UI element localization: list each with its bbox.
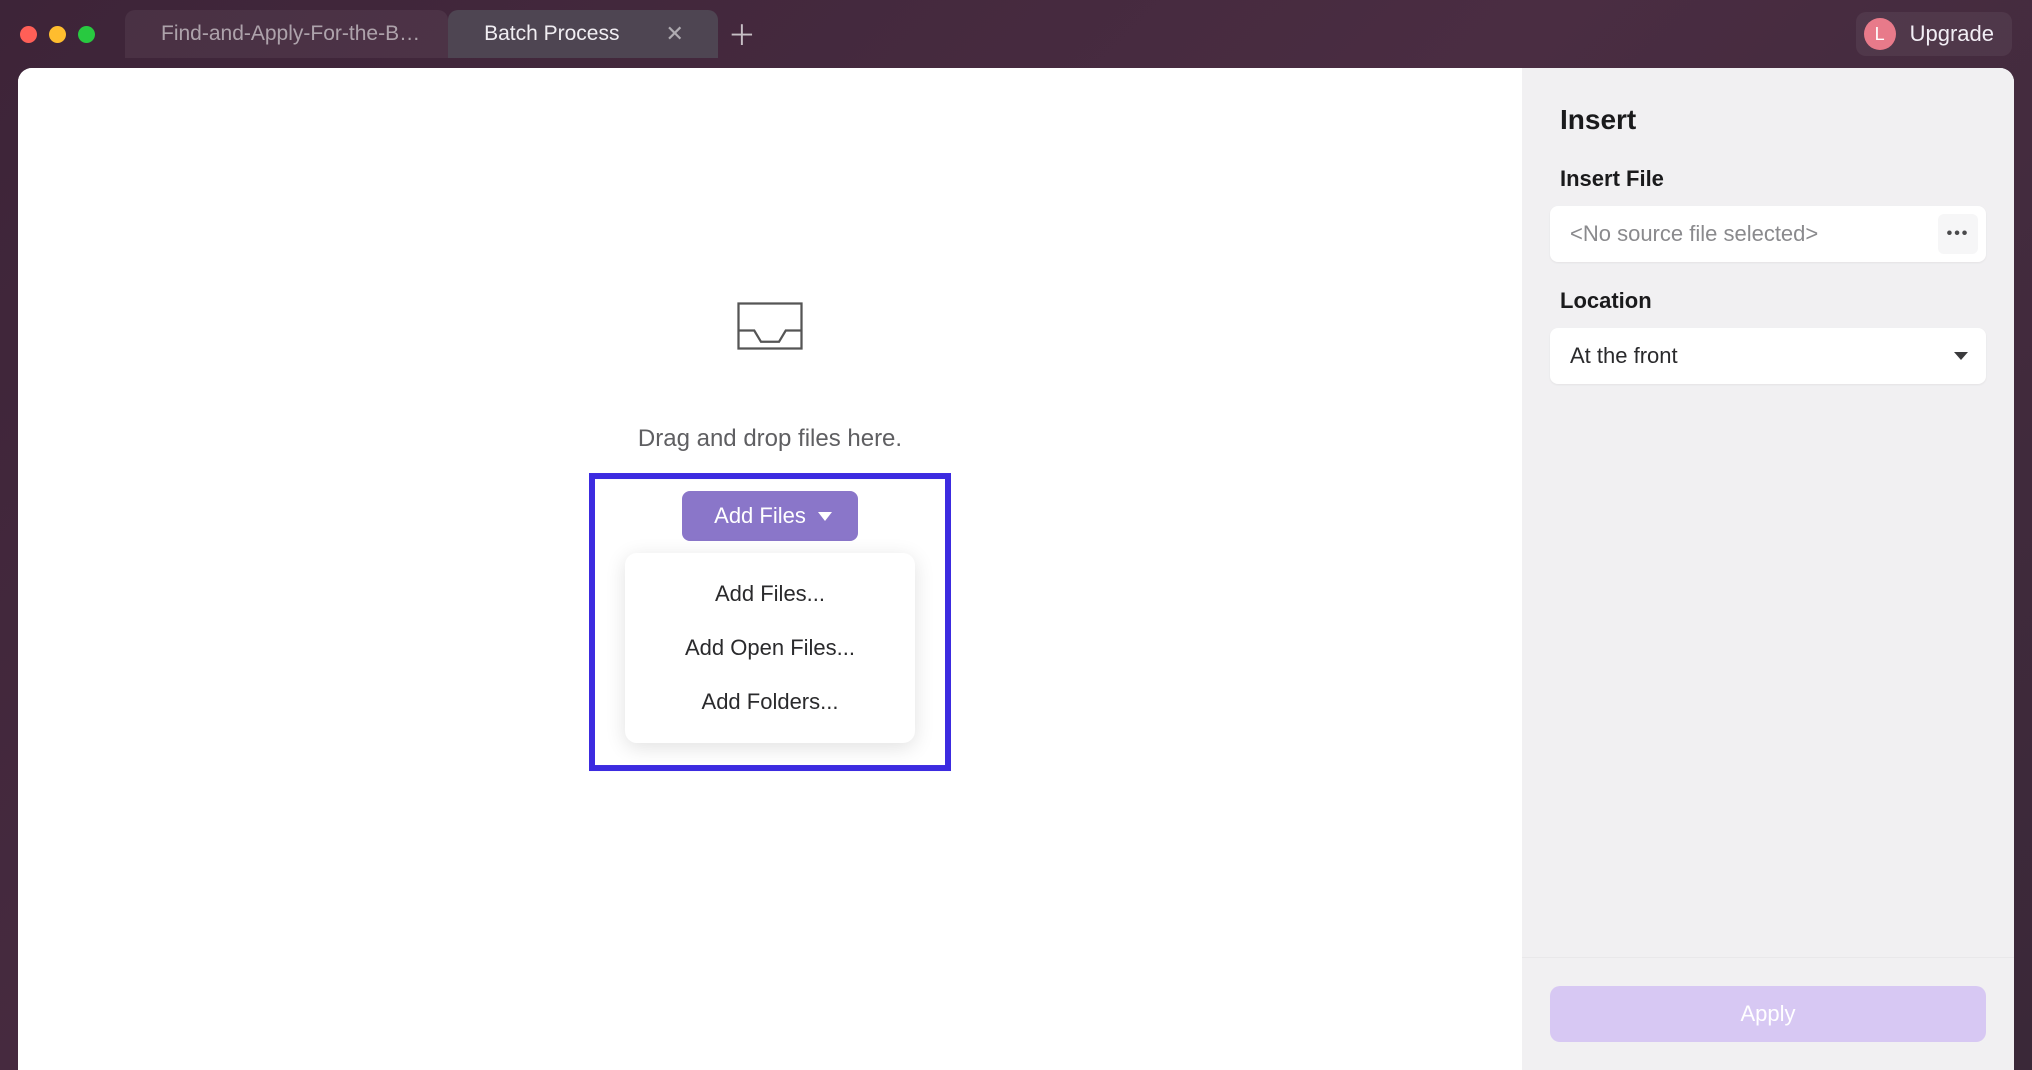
avatar-letter: L [1875,24,1885,45]
app-window: Drag and drop files here. Add Files Add … [18,68,2014,1070]
add-files-menu: Add Files... Add Open Files... Add Folde… [625,553,915,743]
insert-file-value: <No source file selected> [1570,221,1938,247]
menu-item-add-folders[interactable]: Add Folders... [625,675,915,729]
menu-item-add-files[interactable]: Add Files... [625,567,915,621]
window-titlebar: Find-and-Apply-For-the-B… Batch Process … [0,0,2032,68]
insert-file-label: Insert File [1522,166,2014,206]
window-close-button[interactable] [20,26,37,43]
add-files-button[interactable]: Add Files [682,491,858,541]
apply-button[interactable]: Apply [1550,986,1986,1042]
sidebar-title: Insert [1522,68,2014,166]
add-files-label: Add Files [714,503,806,529]
traffic-lights [20,26,95,43]
chevron-down-icon [1954,352,1968,360]
insert-file-row: <No source file selected> ••• [1550,206,1986,262]
menu-item-add-open-files[interactable]: Add Open Files... [625,621,915,675]
ellipsis-icon: ••• [1947,225,1970,243]
tab-label: Batch Process [484,22,619,46]
new-tab-button[interactable]: ＋ [718,10,766,58]
sidebar-insert: Insert Insert File <No source file selec… [1522,68,2014,1070]
tab-label: Find-and-Apply-For-the-B… [161,22,420,46]
highlight-annotation: Add Files Add Files... Add Open Files...… [589,473,951,771]
window-minimize-button[interactable] [49,26,66,43]
location-label: Location [1522,288,2014,328]
main-pane: Drag and drop files here. Add Files Add … [18,68,1522,1070]
upgrade-button[interactable]: L Upgrade [1856,12,2012,56]
inbox-icon [734,290,806,367]
location-value: At the front [1570,343,1954,369]
dropdown-triangle-icon [818,512,832,521]
tab-active[interactable]: Batch Process ✕ [448,10,718,58]
dropzone[interactable]: Drag and drop files here. Add Files Add … [589,290,951,771]
window-maximize-button[interactable] [78,26,95,43]
upgrade-label: Upgrade [1910,21,1994,47]
tab-inactive[interactable]: Find-and-Apply-For-the-B… [125,10,448,58]
dropzone-hint: Drag and drop files here. [638,425,902,453]
sidebar-footer: Apply [1522,957,2014,1070]
location-select[interactable]: At the front [1550,328,1986,384]
browse-file-button[interactable]: ••• [1938,214,1978,254]
close-tab-icon[interactable]: ✕ [660,21,690,47]
tab-bar: Find-and-Apply-For-the-B… Batch Process … [125,0,766,68]
avatar: L [1864,18,1896,50]
